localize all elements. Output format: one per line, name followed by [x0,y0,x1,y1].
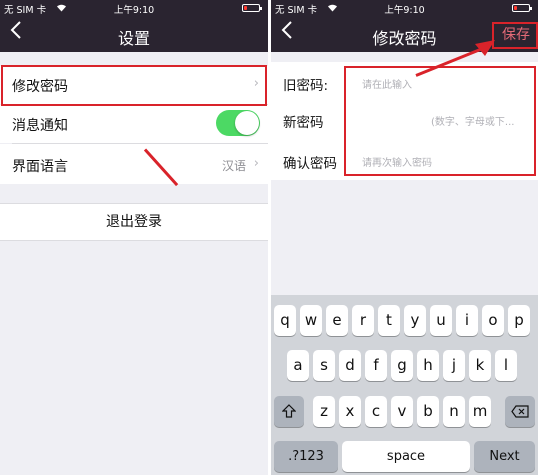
key[interactable]: v [391,396,413,427]
battery-icon [242,4,262,12]
annotation-box [492,22,538,49]
keyboard: q w e r t y u i o p a s d f g h j k l z … [271,295,538,475]
backspace-icon [511,405,529,418]
key[interactable]: e [326,305,348,336]
key[interactable]: t [378,305,400,336]
notification-toggle[interactable] [216,110,260,136]
change-password-screen: 无 SIM 卡 上午9:10 修改密码 保存 旧密码: 请在此输入 新密码 (数… [271,0,538,475]
key[interactable]: f [365,350,387,381]
annotation-arrowhead [475,40,495,56]
clock: 上午9:10 [113,5,155,16]
clock: 上午9:10 [384,5,425,16]
key[interactable]: s [313,350,335,381]
key[interactable]: p [508,305,530,336]
key[interactable]: d [339,350,361,381]
carrier-label: 无 SIM 卡 [4,5,47,16]
key[interactable]: l [495,350,517,381]
settings-screen: 无 SIM 卡 上午9:10 设置 修改密码 › 消息通知 界面语言 汉语 › [0,0,268,475]
keyboard-row: a s d f g h j k l [271,350,538,381]
key[interactable]: h [417,350,439,381]
chevron-right-icon: › [253,156,259,171]
field-label: 新密码 [283,115,324,131]
row-label: 界面语言 [12,159,68,175]
space-key[interactable]: space [342,441,470,472]
key[interactable]: o [482,305,504,336]
language-value: 汉语 [221,159,246,173]
logout-button[interactable]: 退出登录 [0,203,268,241]
key[interactable]: y [404,305,426,336]
key[interactable]: x [339,396,361,427]
key[interactable]: z [313,396,335,427]
key[interactable]: b [417,396,439,427]
key[interactable]: g [391,350,413,381]
key[interactable]: q [274,305,296,336]
key[interactable]: j [443,350,465,381]
key[interactable]: c [365,396,387,427]
shift-key[interactable] [274,396,304,427]
keyboard-row: q w e r t y u i o p [271,305,538,336]
keyboard-row: z x c v b n m [271,396,538,427]
battery-icon [512,4,532,12]
screenshot-composite: 无 SIM 卡 上午9:10 设置 修改密码 › 消息通知 界面语言 汉语 › [0,0,538,475]
language-row[interactable]: 界面语言 汉语 › [0,144,268,184]
wifi-icon [327,3,338,15]
field-label: 确认密码 [283,156,337,172]
status-bar: 无 SIM 卡 上午9:10 [0,0,268,16]
key[interactable]: k [469,350,491,381]
nav-bar: 设置 [0,16,268,52]
wifi-icon [56,3,67,15]
shift-icon [281,404,297,418]
mode-key[interactable]: .?123 [274,441,338,472]
delete-key[interactable] [505,396,535,427]
key[interactable]: a [287,350,309,381]
key[interactable]: r [352,305,374,336]
key[interactable]: i [456,305,478,336]
status-bar: 无 SIM 卡 上午9:10 [271,0,538,16]
key[interactable]: u [430,305,452,336]
carrier-label: 无 SIM 卡 [275,5,318,16]
notification-row: 消息通知 [0,105,268,143]
toggle-knob [235,111,259,135]
key[interactable]: n [443,396,465,427]
annotation-box [1,65,267,106]
row-label: 消息通知 [12,118,68,134]
page-title: 设置 [117,29,150,48]
field-label: 旧密码: [283,78,329,94]
key[interactable]: w [300,305,322,336]
key[interactable]: m [469,396,491,427]
annotation-box [344,66,536,176]
keyboard-row: .?123 space Next [271,441,538,472]
next-key[interactable]: Next [474,441,535,472]
